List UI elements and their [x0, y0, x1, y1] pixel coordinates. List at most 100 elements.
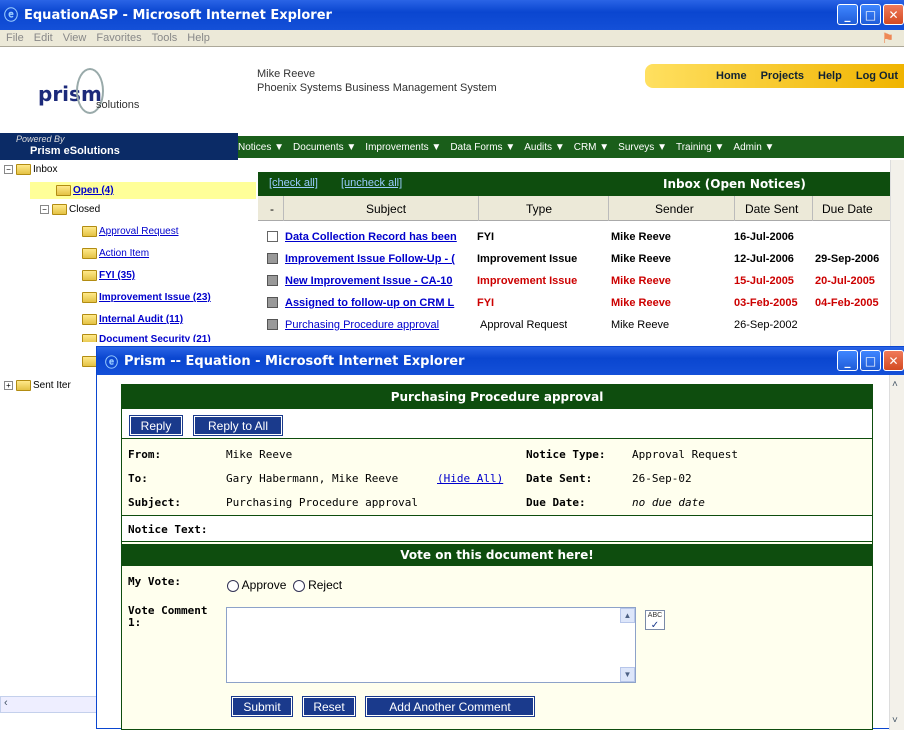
- nav-documents[interactable]: Documents ▼: [293, 142, 356, 153]
- close-button[interactable]: ✕: [883, 4, 904, 25]
- textarea-scroll-up-icon[interactable]: ▲: [620, 608, 635, 623]
- col-date-sent[interactable]: Date Sent: [745, 202, 798, 216]
- tree-action[interactable]: Action Item: [82, 248, 149, 259]
- row-checkbox[interactable]: [267, 319, 278, 330]
- popup-maximize-button[interactable]: □: [860, 350, 881, 371]
- table-row[interactable]: Improvement Issue Follow-Up - ( Improvem…: [258, 250, 890, 268]
- uncheck-all-link[interactable]: [uncheck all]: [341, 177, 402, 189]
- nav-training[interactable]: Training ▼: [676, 142, 724, 153]
- popup-title: Prism -- Equation - Microsoft Internet E…: [124, 353, 465, 369]
- reject-radio[interactable]: [292, 579, 305, 592]
- col-subject[interactable]: Subject: [366, 202, 406, 216]
- inbox-column-headers: - Subject Type Sender Date Sent Due Date: [258, 196, 890, 221]
- col-type[interactable]: Type: [526, 202, 552, 216]
- menu-file[interactable]: File: [6, 32, 24, 44]
- main-title-bar: ⓔ EquationASP - Microsoft Internet Explo…: [0, 0, 904, 30]
- ie-icon: ⓔ: [4, 8, 18, 24]
- textarea-scroll-down-icon[interactable]: ▼: [620, 667, 635, 682]
- nav-admin[interactable]: Admin ▼: [733, 142, 774, 153]
- menu-favorites[interactable]: Favorites: [96, 32, 141, 44]
- link-home[interactable]: Home: [716, 70, 747, 82]
- link-logout[interactable]: Log Out: [856, 70, 898, 82]
- col-due-date[interactable]: Due Date: [822, 202, 873, 216]
- tree-closed[interactable]: − Closed: [40, 204, 100, 215]
- windows-flag-icon: ⚑: [881, 30, 894, 46]
- ie-icon: ⓔ: [105, 355, 119, 371]
- vote-comment-textarea[interactable]: ▲ ▼: [226, 607, 636, 683]
- scroll-down-icon[interactable]: ˅: [892, 715, 898, 726]
- row-subject[interactable]: Assigned to follow-up on CRM L: [285, 297, 475, 309]
- hide-all-link[interactable]: (Hide All): [437, 472, 503, 485]
- popup-vscroll[interactable]: ˄ ˅: [889, 375, 904, 730]
- row-checkbox[interactable]: [267, 275, 278, 286]
- row-due: 29-Sep-2006: [815, 253, 880, 265]
- folder-icon: [82, 226, 97, 237]
- row-sent: 15-Jul-2005: [734, 275, 794, 287]
- tree-inbox[interactable]: − Inbox: [4, 164, 57, 175]
- check-all-link[interactable]: [check all]: [269, 177, 318, 189]
- spellcheck-icon[interactable]: ABC ✓: [645, 610, 665, 631]
- row-checkbox[interactable]: [267, 253, 278, 264]
- row-checkbox[interactable]: [267, 231, 278, 242]
- add-comment-button[interactable]: Add Another Comment: [365, 696, 535, 717]
- row-subject[interactable]: Improvement Issue Follow-Up - (: [285, 253, 475, 265]
- table-row[interactable]: Data Collection Record has been FYI Mike…: [258, 228, 890, 246]
- folder-open-icon: [56, 185, 71, 196]
- link-help[interactable]: Help: [818, 70, 842, 82]
- menu-view[interactable]: View: [63, 32, 87, 44]
- tree-sent[interactable]: + Sent Iter: [4, 380, 71, 391]
- row-subject[interactable]: Purchasing Procedure approval: [285, 319, 475, 331]
- row-sender: Mike Reeve: [611, 319, 670, 331]
- scroll-left-icon[interactable]: ‹: [4, 697, 8, 709]
- submit-button[interactable]: Submit: [231, 696, 293, 717]
- nav-notices[interactable]: Notices ▼: [238, 142, 284, 153]
- approve-radio[interactable]: [227, 579, 239, 592]
- table-row[interactable]: New Improvement Issue - CA-10 Improvemen…: [258, 272, 890, 290]
- main-vscroll[interactable]: [890, 160, 904, 350]
- minimize-button[interactable]: _: [837, 4, 858, 25]
- scroll-up-icon[interactable]: ˄: [892, 379, 898, 390]
- main-window-title: EquationASP - Microsoft Internet Explore…: [24, 7, 332, 23]
- row-subject[interactable]: New Improvement Issue - CA-10: [285, 275, 475, 287]
- reply-to-all-button[interactable]: Reply to All: [193, 415, 283, 436]
- tree-open[interactable]: Open (4): [30, 182, 256, 199]
- powered-by-label: Powered By: [16, 134, 65, 144]
- reset-button[interactable]: Reset: [302, 696, 356, 717]
- tree-label: FYI (35): [99, 270, 136, 281]
- row-subject[interactable]: Data Collection Record has been: [285, 231, 475, 243]
- link-projects[interactable]: Projects: [761, 70, 804, 82]
- tree-label: Open (4): [73, 185, 114, 196]
- folder-icon: [16, 164, 31, 175]
- reply-button[interactable]: Reply: [129, 415, 183, 436]
- nav-improvements[interactable]: Improvements ▼: [365, 142, 441, 153]
- row-type: Improvement Issue: [477, 253, 578, 265]
- nav-surveys[interactable]: Surveys ▼: [618, 142, 667, 153]
- table-row[interactable]: Assigned to follow-up on CRM L FYI Mike …: [258, 294, 890, 312]
- menu-help[interactable]: Help: [187, 32, 210, 44]
- vote-header-bar: Vote on this document here!: [122, 544, 872, 566]
- header-system-name: Phoenix Systems Business Management Syst…: [257, 82, 497, 94]
- date-sent-label: Date Sent:: [526, 472, 593, 485]
- tree-doc-security[interactable]: Document Security (21): [82, 334, 211, 342]
- nav-crm[interactable]: CRM ▼: [574, 142, 609, 153]
- nav-data-forms[interactable]: Data Forms ▼: [450, 142, 515, 153]
- date-sent-value: 26-Sep-02: [632, 472, 692, 485]
- row-sent: 12-Jul-2006: [734, 253, 794, 265]
- to-label: To:: [128, 472, 148, 485]
- col-sender[interactable]: Sender: [655, 202, 694, 216]
- tree-improvement[interactable]: Improvement Issue (23): [82, 292, 211, 303]
- due-date-label: Due Date:: [526, 496, 586, 509]
- popup-close-button[interactable]: ✕: [883, 350, 904, 371]
- table-row[interactable]: Purchasing Procedure approval Approval R…: [258, 316, 890, 334]
- row-checkbox[interactable]: [267, 297, 278, 308]
- menu-edit[interactable]: Edit: [34, 32, 53, 44]
- tree-approval[interactable]: Approval Request: [82, 226, 179, 237]
- popup-minimize-button[interactable]: _: [837, 350, 858, 371]
- tree-internal-audit[interactable]: Internal Audit (11): [82, 314, 183, 325]
- tree-fyi[interactable]: FYI (35): [82, 270, 135, 281]
- nav-audits[interactable]: Audits ▼: [524, 142, 564, 153]
- maximize-button[interactable]: □: [860, 4, 881, 25]
- col-dash[interactable]: -: [270, 202, 274, 216]
- menu-tools[interactable]: Tools: [152, 32, 178, 44]
- row-sent: 16-Jul-2006: [734, 231, 794, 243]
